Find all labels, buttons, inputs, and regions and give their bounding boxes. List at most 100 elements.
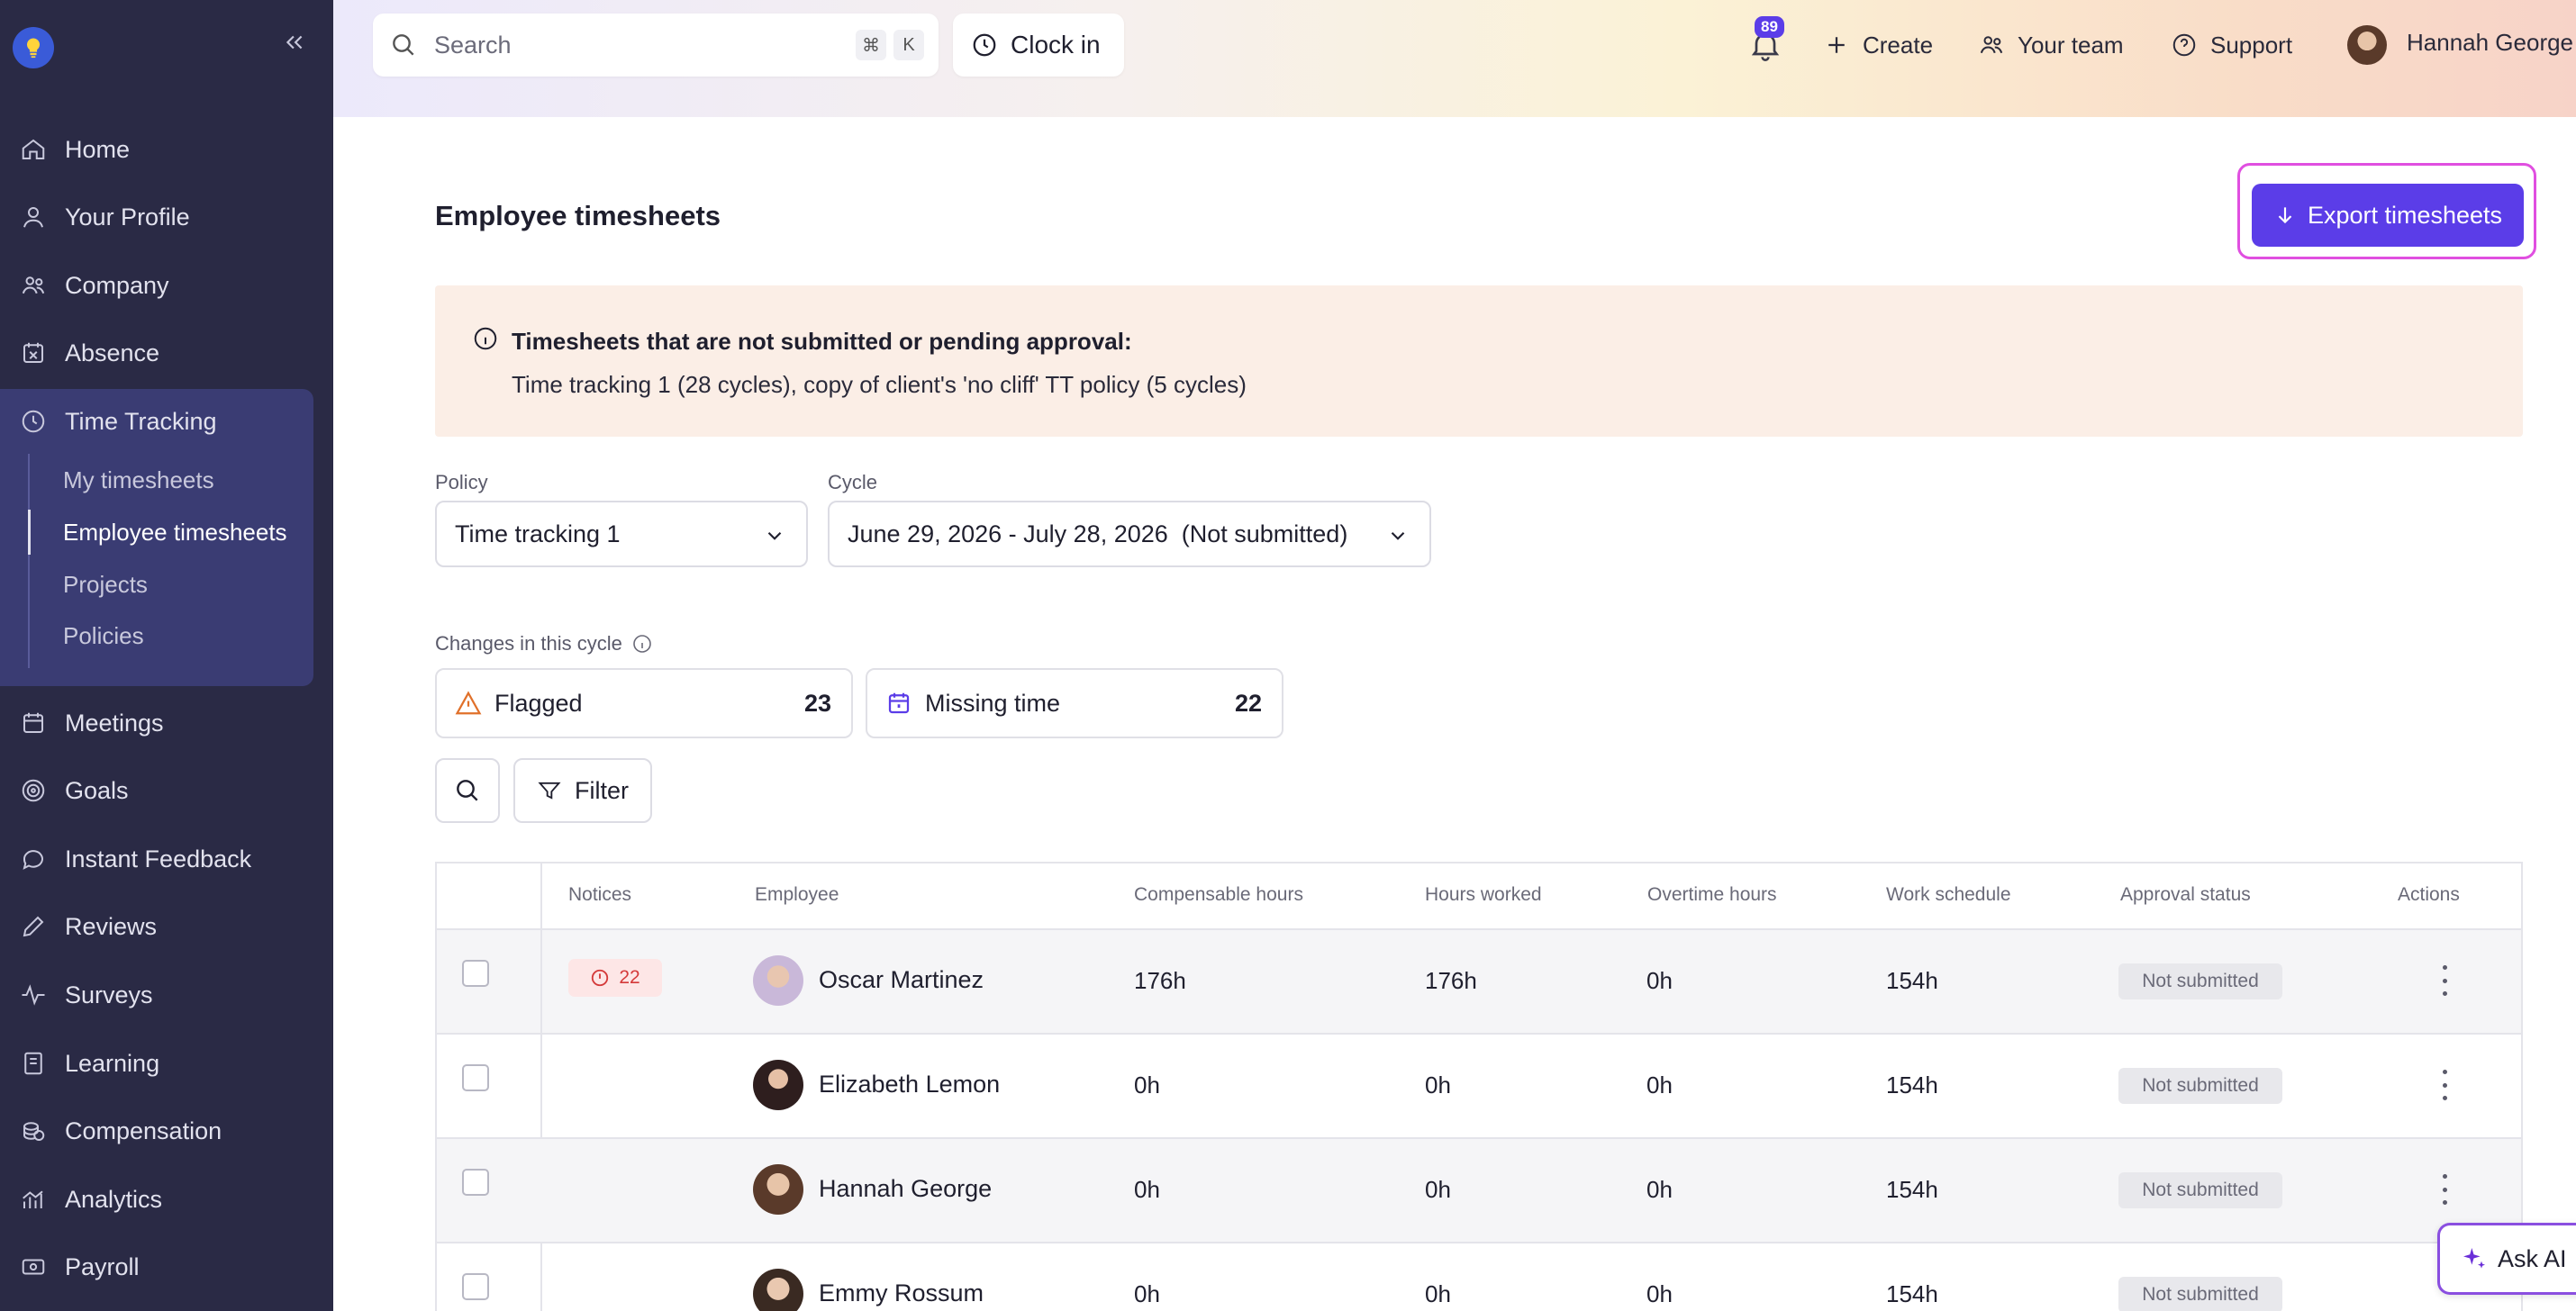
sparkle-icon xyxy=(2463,1248,2485,1269)
calendar-icon xyxy=(888,692,910,714)
employee-name[interactable]: Oscar Martinez xyxy=(819,966,984,994)
nav-reviews[interactable]: Reviews xyxy=(20,904,157,949)
row-checkbox[interactable] xyxy=(462,960,489,987)
cycle-select[interactable]: June 29, 2026 - July 28, 2026 (Not submi… xyxy=(828,501,1431,567)
more-actions-icon[interactable] xyxy=(2435,1070,2454,1100)
notice-count-pill[interactable]: 22 xyxy=(568,959,662,997)
work-schedule: 154h xyxy=(1886,967,1938,994)
sub-projects[interactable]: Projects xyxy=(63,565,148,604)
table-search-button[interactable] xyxy=(435,758,500,823)
th-approval-status[interactable]: Approval status xyxy=(2120,884,2251,906)
flagged-card[interactable]: Flagged 23 xyxy=(435,668,853,738)
th-employee[interactable]: Employee xyxy=(755,884,839,906)
user-name[interactable]: Hannah George xyxy=(2407,29,2573,57)
notice-count: 22 xyxy=(619,967,640,988)
nav-label: Compensation xyxy=(65,1117,222,1144)
company-icon xyxy=(22,276,45,294)
nav-meetings[interactable]: Meetings xyxy=(20,701,164,746)
nav-time-tracking[interactable]: Time Tracking xyxy=(20,399,217,444)
nav-payroll[interactable]: Payroll xyxy=(20,1244,140,1289)
sub-employee-timesheets[interactable]: Employee timesheets xyxy=(63,512,287,552)
row-checkbox[interactable] xyxy=(462,1273,489,1300)
double-chevron-left-icon xyxy=(286,35,303,50)
your-team-label: Your team xyxy=(2018,31,2124,59)
info-icon xyxy=(474,327,497,350)
compensable-hours: 176h xyxy=(1134,967,1186,994)
nav-surveys[interactable]: Surveys xyxy=(20,972,153,1017)
sub-policies[interactable]: Policies xyxy=(63,616,144,656)
work-schedule: 154h xyxy=(1886,1280,1938,1307)
nav-absence[interactable]: Absence xyxy=(20,330,159,375)
clock-in-label: Clock in xyxy=(1011,31,1101,59)
nav-label: Time Tracking xyxy=(65,407,217,435)
info-icon[interactable] xyxy=(631,633,653,655)
app-logo[interactable] xyxy=(13,27,54,68)
create-button[interactable]: Create xyxy=(1823,27,1933,63)
book-icon xyxy=(24,1052,42,1075)
th-work-schedule[interactable]: Work schedule xyxy=(1886,884,2011,906)
changes-label-text: Changes in this cycle xyxy=(435,632,622,655)
more-actions-icon[interactable] xyxy=(2435,965,2454,996)
collapse-sidebar-button[interactable] xyxy=(281,29,308,56)
work-schedule: 154h xyxy=(1886,1071,1938,1099)
create-label: Create xyxy=(1863,31,1934,59)
clock-icon xyxy=(22,410,45,433)
clock-icon xyxy=(973,33,996,57)
overtime-hours: 0h xyxy=(1646,1176,1673,1203)
hours-worked: 0h xyxy=(1425,1071,1451,1099)
nav-compensation[interactable]: Compensation xyxy=(20,1108,222,1153)
filter-button[interactable]: Filter xyxy=(513,758,652,823)
employee-name[interactable]: Hannah George xyxy=(819,1175,992,1203)
more-actions-icon[interactable] xyxy=(2435,1174,2454,1205)
team-icon xyxy=(1980,36,2003,54)
notice-title: Timesheets that are not submitted or pen… xyxy=(512,328,1132,355)
avatar xyxy=(753,1164,803,1215)
shortcut-k-key: K xyxy=(893,30,924,60)
support-button[interactable]: Support xyxy=(2171,27,2292,63)
nav-label: Absence xyxy=(65,339,160,366)
hours-worked: 0h xyxy=(1425,1176,1451,1203)
nav-your-profile[interactable]: Your Profile xyxy=(20,194,190,240)
money-icon xyxy=(22,1259,45,1275)
overtime-hours: 0h xyxy=(1646,1071,1673,1099)
nav-goals[interactable]: Goals xyxy=(20,768,129,813)
flagged-label: Flagged xyxy=(494,689,583,717)
employee-name[interactable]: Elizabeth Lemon xyxy=(819,1071,1000,1099)
nav-learning[interactable]: Learning xyxy=(20,1041,159,1086)
lightbulb-icon xyxy=(26,38,41,59)
policy-select[interactable]: Time tracking 1 xyxy=(435,501,808,567)
help-circle-icon xyxy=(2172,33,2196,57)
sidebar: Home Your Profile Company Absence Time T… xyxy=(0,0,333,1311)
export-timesheets-button[interactable]: Export timesheets xyxy=(2252,184,2524,247)
user-avatar[interactable] xyxy=(2347,25,2387,65)
nav-label: Meetings xyxy=(65,709,164,737)
row-checkbox[interactable] xyxy=(462,1169,489,1196)
th-compensable-hours[interactable]: Compensable hours xyxy=(1134,884,1303,906)
nav-analytics[interactable]: Analytics xyxy=(20,1177,162,1222)
overtime-hours: 0h xyxy=(1646,967,1673,994)
your-team-button[interactable]: Your team xyxy=(1978,27,2124,63)
overtime-hours: 0h xyxy=(1646,1280,1673,1307)
clock-in-button[interactable]: Clock in xyxy=(953,14,1124,77)
th-hours-worked[interactable]: Hours worked xyxy=(1425,884,1542,906)
chevron-down-icon xyxy=(1391,531,1405,540)
notice-body: Time tracking 1 (28 cycles), copy of cli… xyxy=(512,371,1247,398)
row-checkbox[interactable] xyxy=(462,1064,489,1091)
nav-instant-feedback[interactable]: Instant Feedback xyxy=(20,836,251,882)
missing-time-card[interactable]: Missing time 22 xyxy=(866,668,1283,738)
search-placeholder: Search xyxy=(434,31,512,59)
sub-my-timesheets[interactable]: My timesheets xyxy=(63,460,214,500)
alert-circle-icon xyxy=(592,969,609,987)
coins-icon xyxy=(23,1122,45,1141)
nav-home[interactable]: Home xyxy=(20,127,130,172)
avatar xyxy=(753,1269,803,1311)
status-badge: Not submitted xyxy=(2118,1277,2282,1311)
th-overtime-hours[interactable]: Overtime hours xyxy=(1647,884,1777,906)
ask-ai-button[interactable]: Ask AI xyxy=(2437,1223,2576,1295)
employee-name[interactable]: Emmy Rossum xyxy=(819,1279,984,1307)
nav-label: Learning xyxy=(65,1049,160,1077)
search-input[interactable]: Search ⌘ K xyxy=(373,14,939,77)
nav-company[interactable]: Company xyxy=(20,263,169,308)
search-icon xyxy=(393,34,414,56)
analytics-icon xyxy=(23,1190,43,1208)
